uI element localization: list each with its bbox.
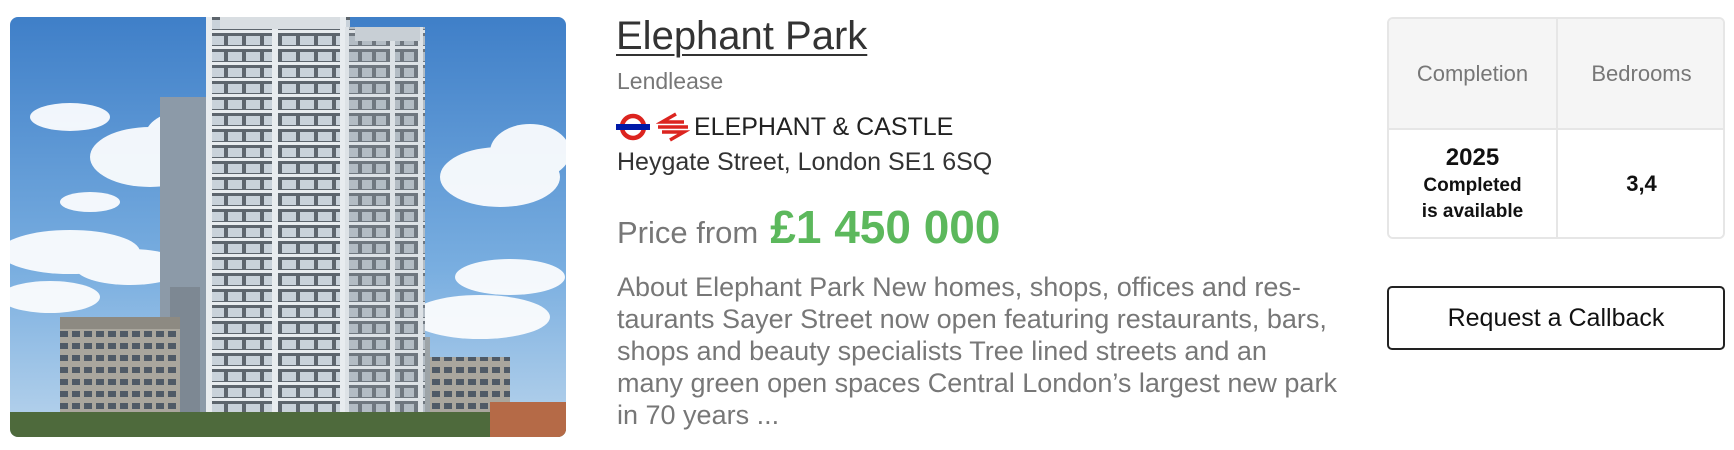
tower-building-image (10, 17, 566, 437)
station-name: ELEPHANT & CASTLE (694, 112, 954, 141)
national-rail-icon (656, 112, 690, 142)
nearest-station: ELEPHANT & CASTLE (616, 110, 953, 144)
completion-header: Completion (1389, 19, 1558, 130)
property-address: Heygate Street, London SE1 6SQ (617, 148, 993, 176)
request-callback-button[interactable]: Request a Callback (1387, 286, 1725, 350)
completion-year: 2025 (1445, 143, 1500, 171)
price-label: Price from (617, 215, 759, 250)
bedrooms-value: 3,4 (1626, 170, 1657, 196)
property-description: About Elephant Park New homes, shops, of… (617, 271, 1367, 431)
development-title-link[interactable]: Elephant Park (616, 14, 867, 59)
completion-bedrooms-table: Completion Bedrooms 2025 Completed is av… (1387, 17, 1725, 239)
description-line: in 70 years ... (617, 400, 780, 430)
price-value: £1 450 000 (770, 201, 1001, 253)
completion-status-line1: Completed (1423, 174, 1522, 196)
description-line: taurants Sayer Street now open featuring… (617, 304, 1327, 334)
description-line: shops and beauty specialists Tree lined … (617, 336, 1267, 366)
property-listing-card: Elephant Park Lendlease ELEPHANT & CASTL… (0, 0, 1734, 450)
developer-name: Lendlease (617, 68, 724, 94)
description-line: About Elephant Park New homes, shops, of… (617, 272, 1301, 302)
bedrooms-header: Bedrooms (1558, 19, 1723, 130)
property-photo[interactable] (10, 17, 566, 437)
completion-cell: 2025 Completed is available (1389, 130, 1558, 237)
completion-status-line2: is available (1421, 200, 1524, 222)
description-line: many green open spaces Central London’s … (617, 368, 1337, 398)
price: Price from £1 450 000 (617, 200, 1000, 254)
bedrooms-cell: 3,4 (1558, 130, 1723, 237)
london-underground-roundel-icon (616, 113, 650, 141)
